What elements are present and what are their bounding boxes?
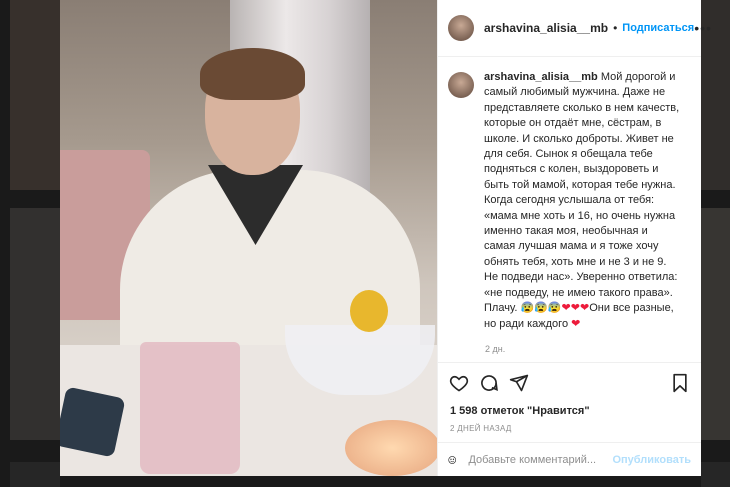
post-modal: arshavina_alisia__mb • Подписаться ••• a… bbox=[60, 0, 711, 476]
save-button[interactable] bbox=[669, 372, 691, 394]
header-username[interactable]: arshavina_alisia__mb bbox=[484, 21, 608, 35]
comment-input[interactable] bbox=[466, 452, 613, 467]
post-photo[interactable] bbox=[60, 0, 437, 476]
share-icon bbox=[509, 374, 529, 391]
caption-username[interactable]: arshavina_alisia__mb bbox=[484, 71, 598, 83]
caption-body: Мой дорогой и самый любимый мужчина. Даж… bbox=[484, 71, 680, 315]
photo-candle bbox=[345, 420, 437, 476]
avatar[interactable] bbox=[448, 15, 474, 41]
caption-text: arshavina_alisia__mb Мой дорогой и самый… bbox=[484, 70, 682, 332]
emoji-icon[interactable] bbox=[448, 451, 457, 469]
bookmark-icon bbox=[673, 373, 687, 392]
photo-glass bbox=[140, 342, 240, 474]
more-options-icon[interactable]: ••• bbox=[694, 20, 712, 36]
add-comment-bar: Опубликовать bbox=[438, 442, 701, 476]
post-header: arshavina_alisia__mb • Подписаться ••• bbox=[438, 0, 711, 57]
likes-count[interactable]: 1 598 отметок "Нравится" bbox=[438, 402, 701, 420]
photo-hair bbox=[200, 48, 305, 100]
heart-icon bbox=[449, 375, 469, 391]
post-date[interactable]: 2 ДНЕЙ НАЗАД bbox=[438, 420, 701, 442]
caption-hearts: ❤❤❤ bbox=[561, 302, 590, 315]
comment-button[interactable] bbox=[478, 372, 500, 394]
caption-avatar[interactable] bbox=[448, 72, 474, 98]
comment-time[interactable]: 2 дн. bbox=[485, 344, 691, 354]
comment-icon bbox=[481, 374, 498, 391]
action-bar bbox=[438, 362, 701, 402]
post-side-panel: arshavina_alisia__mb • Подписаться ••• a… bbox=[437, 0, 711, 476]
publish-button[interactable]: Опубликовать bbox=[612, 454, 691, 466]
like-button[interactable] bbox=[448, 372, 470, 394]
share-button[interactable] bbox=[508, 372, 530, 394]
caption-end-heart: ❤ bbox=[571, 317, 581, 330]
photo-dessert bbox=[350, 290, 388, 332]
separator-dot: • bbox=[613, 21, 618, 35]
comments-section: arshavina_alisia__mb Мой дорогой и самый… bbox=[438, 57, 701, 362]
caption-comment: arshavina_alisia__mb Мой дорогой и самый… bbox=[448, 70, 691, 332]
follow-button[interactable]: Подписаться bbox=[622, 22, 694, 34]
